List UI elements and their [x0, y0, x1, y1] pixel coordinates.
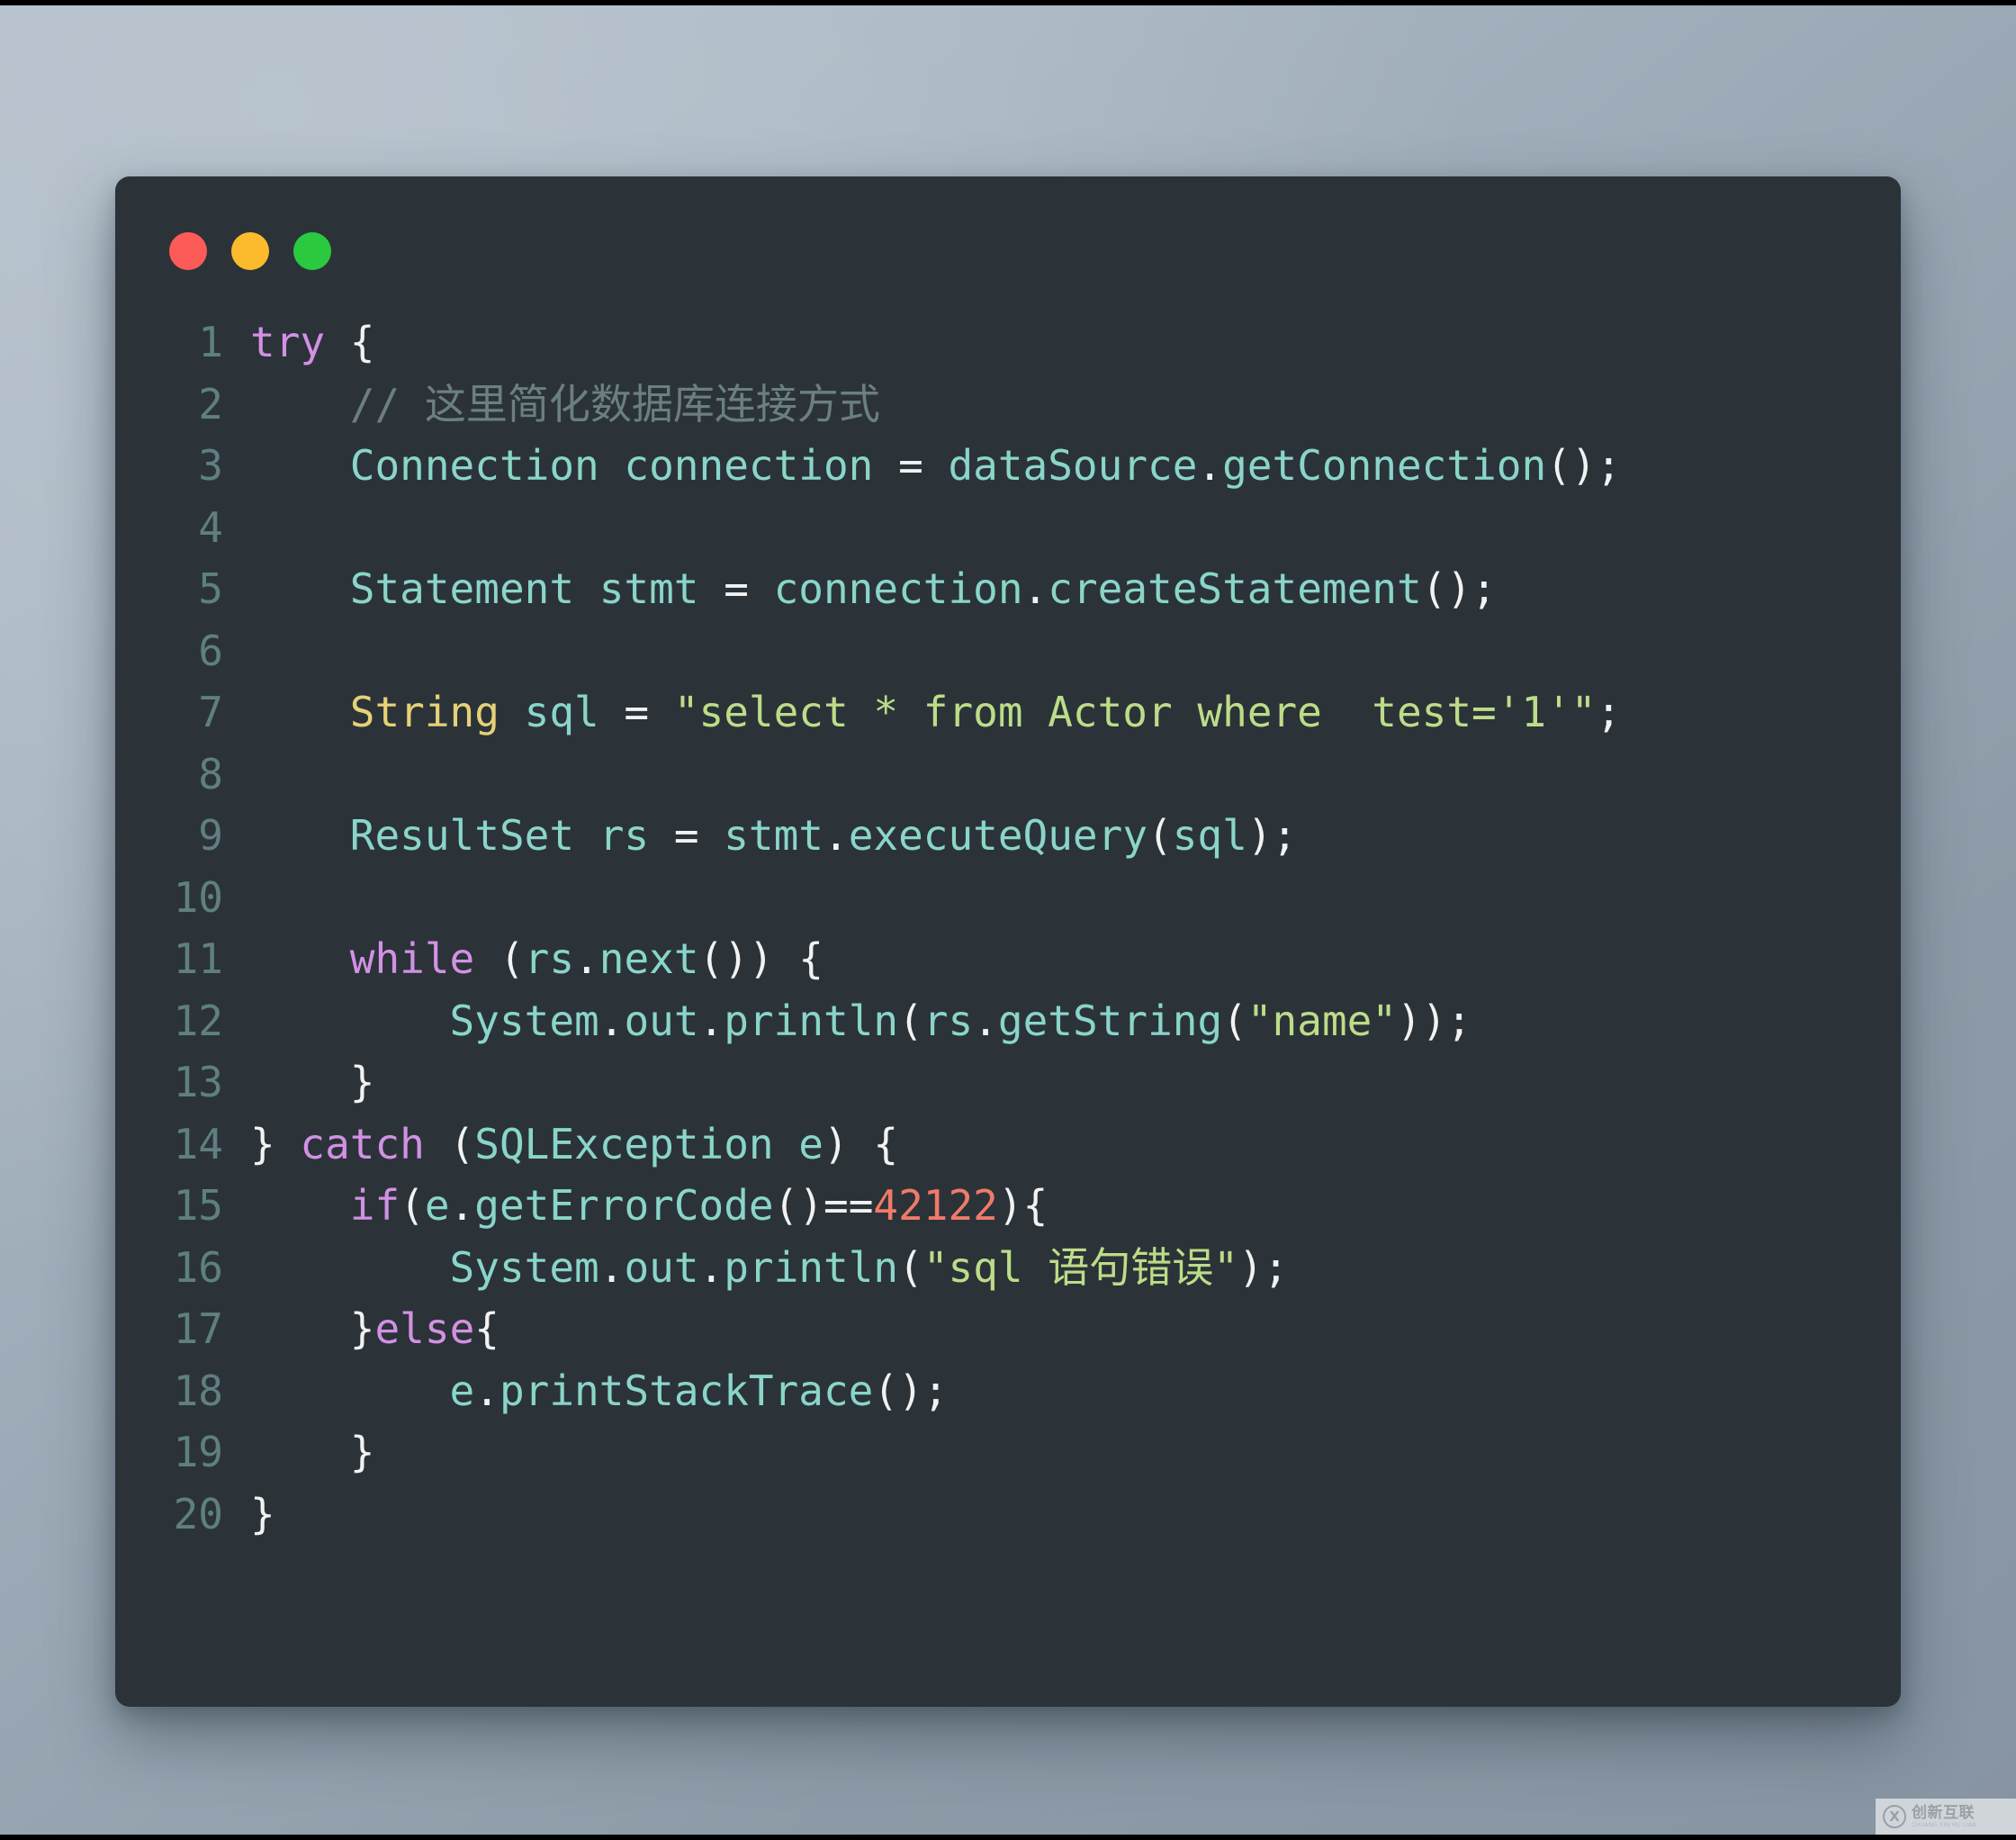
code-line: 9 ResultSet rs = stmt.executeQuery(sql);	[140, 805, 1901, 867]
line-source: try {	[250, 318, 375, 366]
line-number: 11	[173, 934, 223, 983]
maximize-button-icon[interactable]	[293, 232, 331, 270]
line-source: String sql = "select * from Actor where …	[250, 688, 1622, 736]
line-source: // 这里简化数据库连接方式	[250, 379, 880, 428]
code-line: 10	[140, 867, 1901, 929]
line-source: }	[250, 1428, 375, 1476]
watermark-text: 创新互联 CHUANG XIN HU LIAN	[1912, 1803, 1977, 1828]
code-line: 1 try {	[140, 311, 1901, 374]
line-number: 2	[198, 379, 223, 428]
page-root: 1 try { 2 // 这里简化数据库连接方式 3 Connection co…	[0, 0, 2016, 1840]
x-logo-icon: X	[1883, 1805, 1906, 1828]
code-line: 6	[140, 620, 1901, 682]
traffic-light-buttons	[169, 232, 331, 270]
code-window: 1 try { 2 // 这里简化数据库连接方式 3 Connection co…	[115, 176, 1901, 1707]
code-line: 12 System.out.println(rs.getString("name…	[140, 990, 1901, 1052]
line-source: e.printStackTrace();	[250, 1366, 949, 1415]
line-number: 6	[198, 626, 223, 675]
line-number: 12	[173, 996, 223, 1045]
line-number: 13	[173, 1058, 223, 1106]
line-source: }else{	[250, 1304, 500, 1353]
line-number: 15	[173, 1181, 223, 1230]
line-number: 18	[173, 1366, 223, 1415]
code-line: 7 String sql = "select * from Actor wher…	[140, 681, 1901, 744]
line-source: System.out.println("sql 语句错误");	[250, 1242, 1289, 1292]
line-source: ResultSet rs = stmt.executeQuery(sql);	[250, 811, 1298, 860]
line-number: 3	[198, 441, 223, 490]
line-number: 20	[173, 1489, 223, 1538]
line-source: Statement stmt = connection.createStatem…	[250, 564, 1497, 613]
window-titlebar[interactable]	[115, 176, 1901, 311]
code-line: 20 }	[140, 1484, 1901, 1546]
code-line: 5 Statement stmt = connection.createStat…	[140, 558, 1901, 620]
line-number: 14	[173, 1119, 223, 1168]
code-line: 19 }	[140, 1421, 1901, 1484]
code-line: 2 // 这里简化数据库连接方式	[140, 374, 1901, 436]
watermark: X 创新互联 CHUANG XIN HU LIAN	[1876, 1799, 2016, 1835]
line-source: while (rs.next()) {	[250, 934, 824, 983]
line-number: 17	[173, 1304, 223, 1353]
code-line: 17 }else{	[140, 1298, 1901, 1360]
line-number: 9	[198, 811, 223, 860]
line-source: }	[250, 1489, 275, 1538]
bottom-edge-band	[0, 1835, 2016, 1840]
watermark-name: 创新互联	[1912, 1803, 1975, 1822]
code-line: 3 Connection connection = dataSource.get…	[140, 435, 1901, 497]
line-source: if(e.getErrorCode()==42122){	[250, 1181, 1048, 1230]
line-number: 1	[198, 318, 223, 366]
code-line: 4	[140, 497, 1901, 559]
line-number: 5	[198, 564, 223, 613]
line-source: } catch (SQLException e) {	[250, 1119, 899, 1168]
code-line: 14 } catch (SQLException e) {	[140, 1114, 1901, 1176]
line-number: 4	[198, 502, 223, 552]
code-line: 15 if(e.getErrorCode()==42122){	[140, 1175, 1901, 1237]
line-source: }	[250, 1058, 375, 1106]
code-line: 8	[140, 744, 1901, 806]
code-line: 11 while (rs.next()) {	[140, 928, 1901, 990]
code-editor[interactable]: 1 try { 2 // 这里简化数据库连接方式 3 Connection co…	[115, 311, 1901, 1707]
line-source: System.out.println(rs.getString("name"))…	[250, 996, 1472, 1045]
close-button-icon[interactable]	[169, 232, 207, 270]
watermark-pinyin: CHUANG XIN HU LIAN	[1912, 1821, 1977, 1828]
line-number: 16	[173, 1242, 223, 1292]
line-number: 8	[198, 749, 223, 798]
code-line: 13 }	[140, 1051, 1901, 1114]
code-line: 18 e.printStackTrace();	[140, 1360, 1901, 1422]
top-edge-band	[0, 0, 2016, 5]
code-line: 16 System.out.println("sql 语句错误");	[140, 1237, 1901, 1299]
line-source: Connection connection = dataSource.getCo…	[250, 441, 1622, 490]
line-number: 7	[198, 688, 223, 736]
minimize-button-icon[interactable]	[231, 232, 269, 270]
line-number: 19	[173, 1428, 223, 1476]
line-number: 10	[173, 872, 223, 922]
